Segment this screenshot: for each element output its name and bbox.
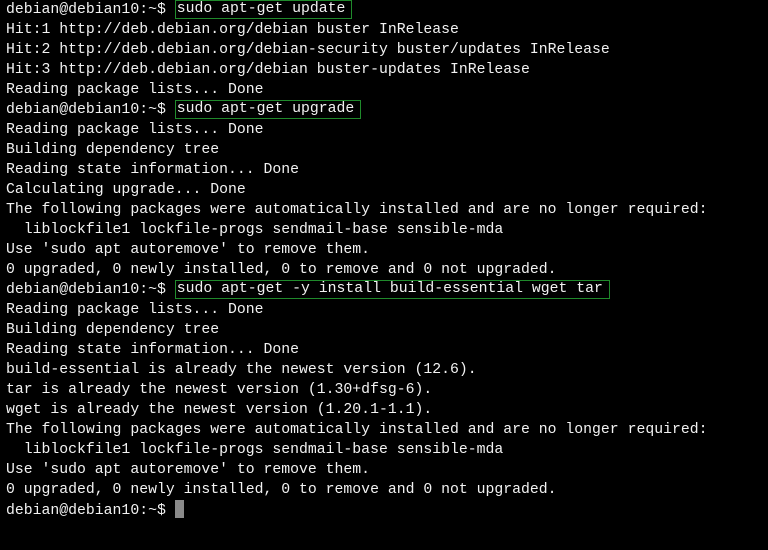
output-line: Calculating upgrade... Done	[6, 182, 246, 198]
highlighted-command: sudo apt-get upgrade	[174, 100, 362, 119]
output-line: Building dependency tree	[6, 142, 220, 158]
output-line: Use 'sudo apt autoremove' to remove them…	[6, 462, 371, 478]
output-line: liblockfile1 lockfile-progs sendmail-bas…	[6, 442, 504, 458]
output-line: Use 'sudo apt autoremove' to remove them…	[6, 242, 371, 258]
output-line: 0 upgraded, 0 newly installed, 0 to remo…	[6, 482, 557, 498]
shell-prompt: debian@debian10:~$	[6, 282, 175, 298]
output-line: Reading package lists... Done	[6, 82, 264, 98]
output-line: Hit:2 http://deb.debian.org/debian-secur…	[6, 42, 610, 58]
terminal-window[interactable]: debian@debian10:~$ sudo apt-get update Hi…	[0, 0, 768, 550]
output-line: Reading package lists... Done	[6, 302, 264, 318]
highlighted-command: sudo apt-get update	[174, 0, 353, 19]
shell-prompt: debian@debian10:~$	[6, 503, 175, 519]
text-cursor	[174, 500, 184, 518]
output-line: Hit:1 http://deb.debian.org/debian buste…	[6, 22, 459, 38]
command-line: debian@debian10:~$ sudo apt-get -y insta…	[6, 280, 768, 300]
output-line: The following packages were automaticall…	[6, 422, 708, 438]
command-line: debian@debian10:~$ sudo apt-get upgrade	[6, 100, 768, 120]
terminal-output: debian@debian10:~$ sudo apt-get update Hi…	[6, 0, 768, 520]
shell-prompt: debian@debian10:~$	[6, 2, 175, 18]
output-line: Reading state information... Done	[6, 162, 300, 178]
output-line: Building dependency tree	[6, 322, 220, 338]
output-line: tar is already the newest version (1.30+…	[6, 382, 433, 398]
active-prompt-line: debian@debian10:~$	[6, 500, 768, 520]
shell-prompt: debian@debian10:~$	[6, 102, 175, 118]
output-line: Hit:3 http://deb.debian.org/debian buste…	[6, 62, 530, 78]
output-line: The following packages were automaticall…	[6, 202, 708, 218]
highlighted-command: sudo apt-get -y install build-essential …	[174, 280, 610, 299]
output-line: Reading state information... Done	[6, 342, 300, 358]
output-line: build-essential is already the newest ve…	[6, 362, 477, 378]
output-line: liblockfile1 lockfile-progs sendmail-bas…	[6, 222, 504, 238]
output-line: Reading package lists... Done	[6, 122, 264, 138]
output-line: wget is already the newest version (1.20…	[6, 402, 433, 418]
output-line: 0 upgraded, 0 newly installed, 0 to remo…	[6, 262, 557, 278]
command-line: debian@debian10:~$ sudo apt-get update	[6, 0, 768, 20]
